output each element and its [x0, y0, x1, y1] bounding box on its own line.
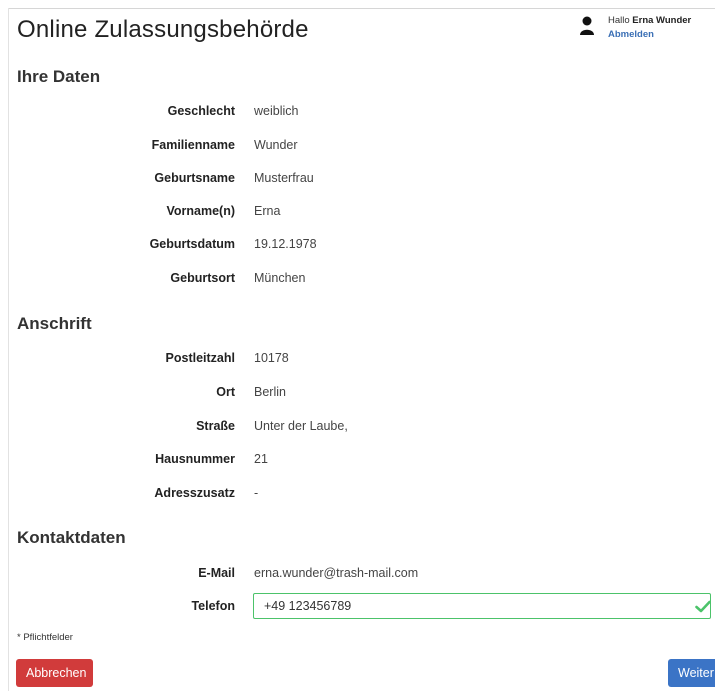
- phone-input[interactable]: [253, 593, 711, 619]
- phone-label: Telefon: [191, 599, 235, 613]
- field-value: Erna: [254, 204, 281, 218]
- user-greeting: Hallo Erna Wunder Abmelden: [608, 14, 715, 42]
- field-label: Hausnummer: [155, 452, 235, 466]
- page-border-top: [8, 8, 715, 9]
- user-name: Erna Wunder: [632, 15, 692, 26]
- field-label: Familienname: [151, 138, 235, 152]
- field-row-first-name: Vorname(n) Erna: [0, 204, 715, 224]
- greeting-text: Hallo: [608, 15, 630, 26]
- field-label: Geschlecht: [167, 104, 235, 118]
- section-title-address: Anschrift: [17, 314, 92, 333]
- field-value: 19.12.1978: [254, 237, 317, 251]
- section-title-personal: Ihre Daten: [17, 67, 101, 86]
- field-row-last-name: Familienname Wunder: [0, 138, 715, 158]
- field-row-house-number: Hausnummer 21: [0, 452, 715, 472]
- field-row-postal-code: Postleitzahl 10178: [0, 351, 715, 371]
- field-label: Geburtsdatum: [149, 237, 235, 251]
- logout-link[interactable]: Abmelden: [608, 28, 715, 42]
- field-label: Geburtsname: [154, 171, 235, 185]
- field-value: Berlin: [254, 385, 286, 399]
- field-label: Postleitzahl: [165, 351, 235, 365]
- page-title: Online Zulassungsbehörde: [17, 16, 309, 43]
- field-label: Straße: [196, 419, 235, 433]
- field-row-birth-place: Geburtsort München: [0, 271, 715, 291]
- section-title-contact: Kontaktdaten: [17, 528, 126, 547]
- next-button[interactable]: Weiter: [668, 659, 715, 687]
- field-value: erna.wunder@trash-mail.com: [254, 566, 419, 580]
- field-value: -: [254, 486, 259, 500]
- field-row-email: E-Mail erna.wunder@trash-mail.com: [0, 566, 715, 586]
- field-label: Geburtsort: [170, 271, 235, 285]
- field-row-birth-date: Geburtsdatum 19.12.1978: [0, 237, 715, 257]
- field-label: Adresszusatz: [154, 486, 235, 500]
- field-value: Unter der Laube,: [254, 419, 348, 433]
- field-value: 10178: [254, 351, 289, 365]
- field-row-gender: Geschlecht weiblich: [0, 104, 715, 124]
- field-label: Vorname(n): [166, 204, 235, 218]
- field-row-address-suffix: Adresszusatz -: [0, 486, 715, 506]
- cancel-button[interactable]: Abbrechen: [16, 659, 93, 687]
- required-fields-note: * Pflichtfelder: [17, 632, 73, 643]
- field-row-street: Straße Unter der Laube,: [0, 419, 715, 439]
- field-value: Wunder: [254, 138, 298, 152]
- field-value: München: [254, 271, 306, 285]
- field-row-birth-name: Geburtsname Musterfrau: [0, 171, 715, 191]
- field-label: Ort: [216, 385, 235, 399]
- field-value: Musterfrau: [254, 171, 314, 185]
- person-icon: [580, 16, 594, 35]
- field-value: 21: [254, 452, 268, 466]
- check-icon: [695, 600, 711, 613]
- field-value: weiblich: [254, 104, 299, 118]
- field-row-city: Ort Berlin: [0, 385, 715, 405]
- field-label: E-Mail: [198, 566, 235, 580]
